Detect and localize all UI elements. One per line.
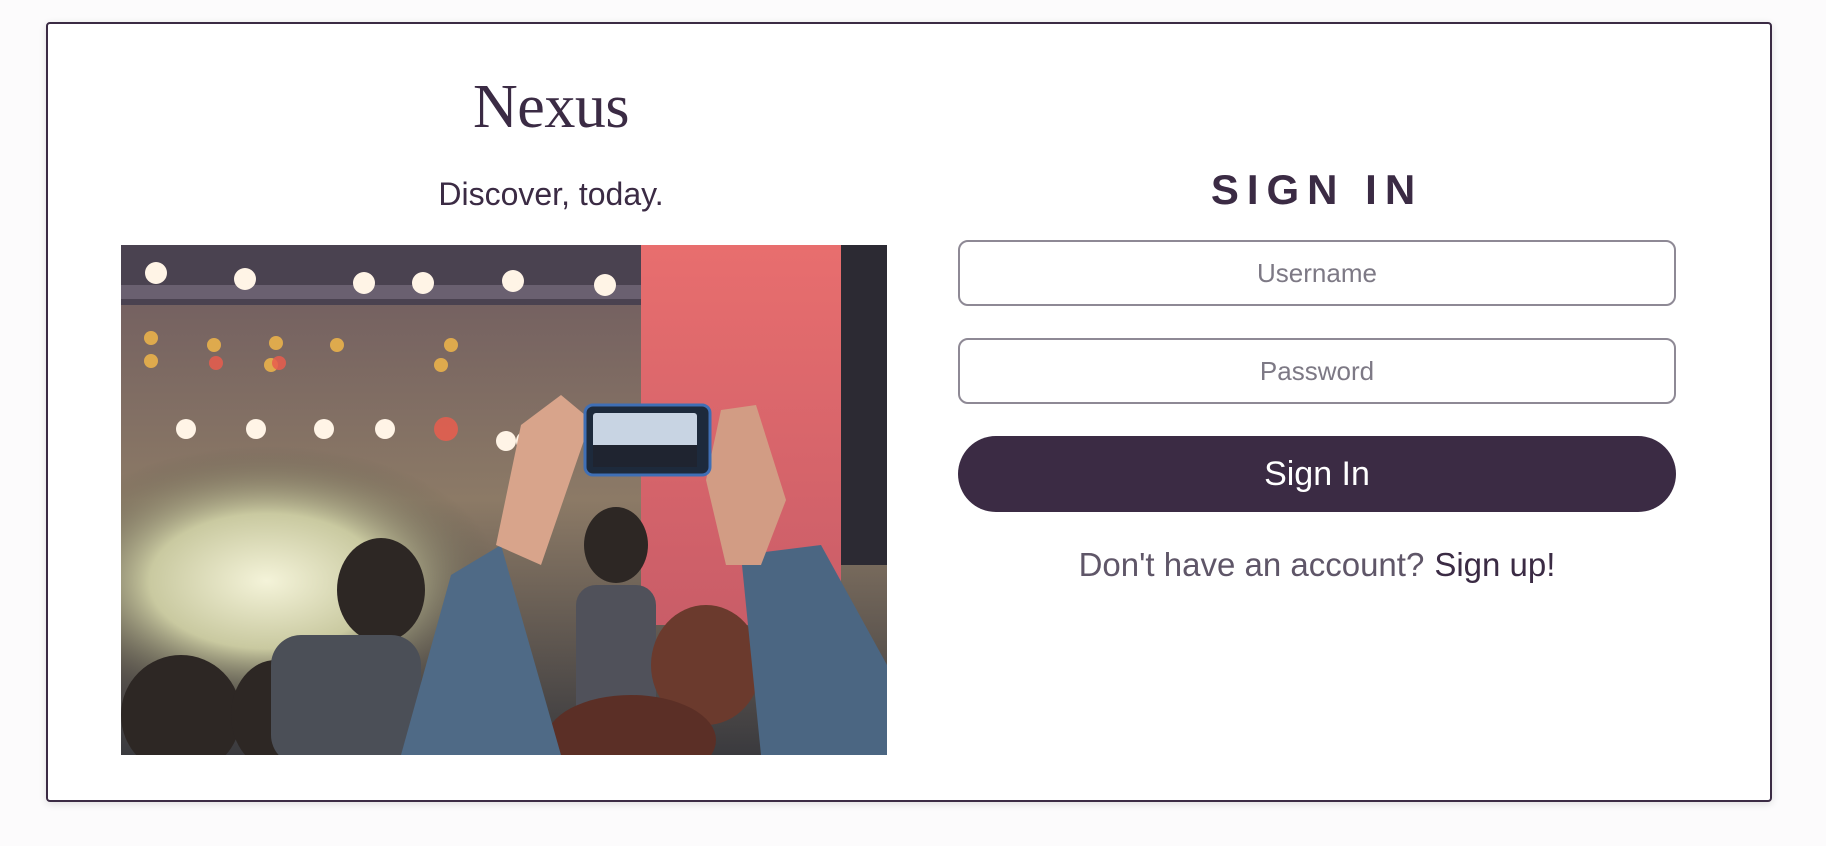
sign-up-link[interactable]: Sign up!	[1434, 546, 1555, 583]
sign-in-form: SIGN IN Sign In Don't have an account?Si…	[958, 24, 1676, 584]
no-account-text: Don't have an account?	[1078, 546, 1425, 583]
password-input[interactable]	[958, 338, 1676, 404]
sign-in-heading: SIGN IN	[1210, 166, 1424, 213]
username-input[interactable]	[958, 240, 1676, 306]
login-card: Nexus Discover, today. SIGN IN Username …	[46, 22, 1772, 802]
concert-photo	[121, 245, 887, 755]
signup-prompt: Don't have an account? Sign up!	[958, 546, 1676, 584]
brand-section: Nexus Discover, today.	[168, 24, 934, 213]
hero-image	[121, 245, 887, 755]
logo: Nexus	[473, 73, 629, 141]
sign-in-button[interactable]: Sign In	[958, 436, 1676, 512]
tagline: Discover, today.	[438, 176, 664, 212]
